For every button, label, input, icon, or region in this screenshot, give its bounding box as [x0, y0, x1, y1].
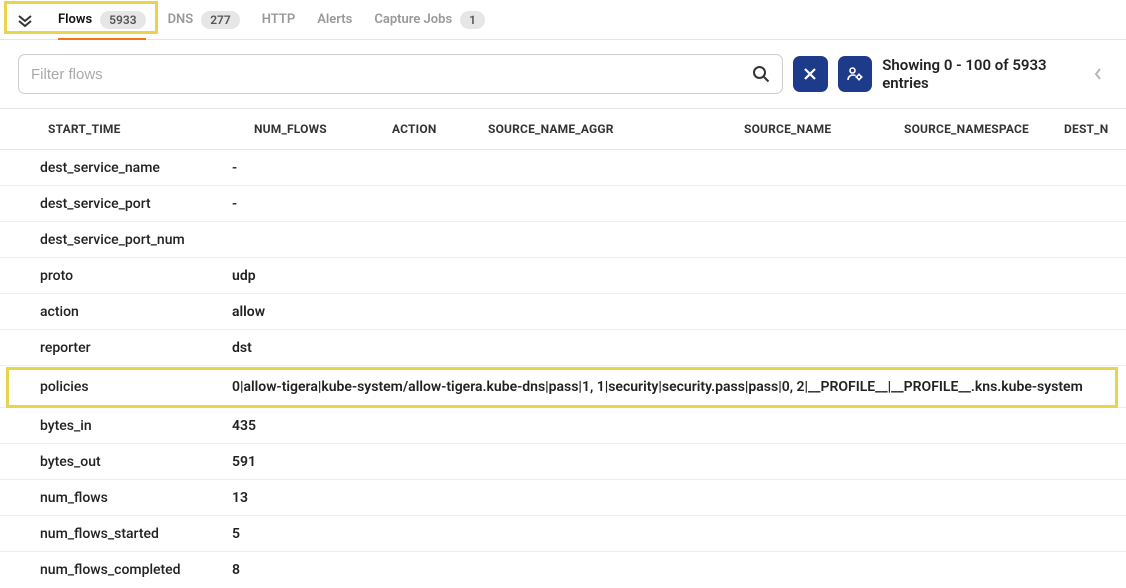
search-input[interactable] [31, 66, 696, 83]
tab-capture[interactable]: Capture Jobs 1 [374, 11, 485, 29]
tab-alerts-label: Alerts [317, 12, 352, 27]
row-dest-service-port-num: dest_service_port_num [0, 222, 1126, 258]
col-start[interactable]: START_TIME [40, 122, 246, 136]
search-box[interactable] [18, 54, 783, 94]
row-num-flows-completed: num_flows_completed 8 [0, 552, 1126, 588]
col-srcns[interactable]: SOURCE_NAMESPACE [896, 122, 1056, 136]
tab-flows[interactable]: Flows 5933 [58, 11, 146, 40]
row-action: action allow [0, 294, 1126, 330]
tab-http[interactable]: HTTP [262, 12, 295, 27]
tab-alerts[interactable]: Alerts [317, 12, 352, 27]
col-action[interactable]: ACTION [384, 122, 480, 136]
details-panel: dest_service_name - dest_service_port - … [0, 150, 1126, 588]
search-icon[interactable] [752, 65, 770, 83]
col-destn[interactable]: DEST_N [1056, 122, 1126, 136]
col-srcname[interactable]: SOURCE_NAME [736, 122, 896, 136]
tab-flows-label: Flows [58, 12, 92, 27]
row-num-flows: num_flows 13 [0, 480, 1126, 516]
table-header: START_TIME NUM_FLOWS ACTION SOURCE_NAME_… [0, 108, 1126, 150]
row-reporter: reporter dst [0, 330, 1126, 366]
tab-dns-count: 277 [201, 11, 240, 29]
tab-capture-count: 1 [460, 11, 485, 29]
row-dest-service-name: dest_service_name - [0, 150, 1126, 186]
clear-button[interactable] [793, 56, 828, 92]
row-bytes-in: bytes_in 435 [0, 408, 1126, 444]
row-dest-service-port: dest_service_port - [0, 186, 1126, 222]
row-bytes-out: bytes_out 591 [0, 444, 1126, 480]
col-srcaggr[interactable]: SOURCE_NAME_AGGR [480, 122, 736, 136]
tab-dns-label: DNS [168, 12, 194, 27]
tab-http-label: HTTP [262, 12, 295, 27]
tab-flows-count: 5933 [100, 11, 145, 29]
tab-capture-label: Capture Jobs [374, 12, 452, 27]
toolbar: Showing 0 - 100 of 5933 entries [0, 40, 1126, 108]
tab-dns[interactable]: DNS 277 [168, 11, 240, 29]
col-num[interactable]: NUM_FLOWS [246, 122, 384, 136]
row-policies: policies 0|allow-tigera|kube-system/allo… [0, 366, 1126, 408]
row-proto: proto udp [0, 258, 1126, 294]
entries-count: Showing 0 - 100 of 5933 entries [882, 56, 1108, 92]
collapse-icon[interactable] [14, 9, 36, 31]
chevron-left-icon[interactable] [1094, 68, 1102, 80]
tab-bar: Flows 5933 DNS 277 HTTP Alerts Capture J… [0, 0, 1126, 40]
user-settings-button[interactable] [838, 56, 873, 92]
